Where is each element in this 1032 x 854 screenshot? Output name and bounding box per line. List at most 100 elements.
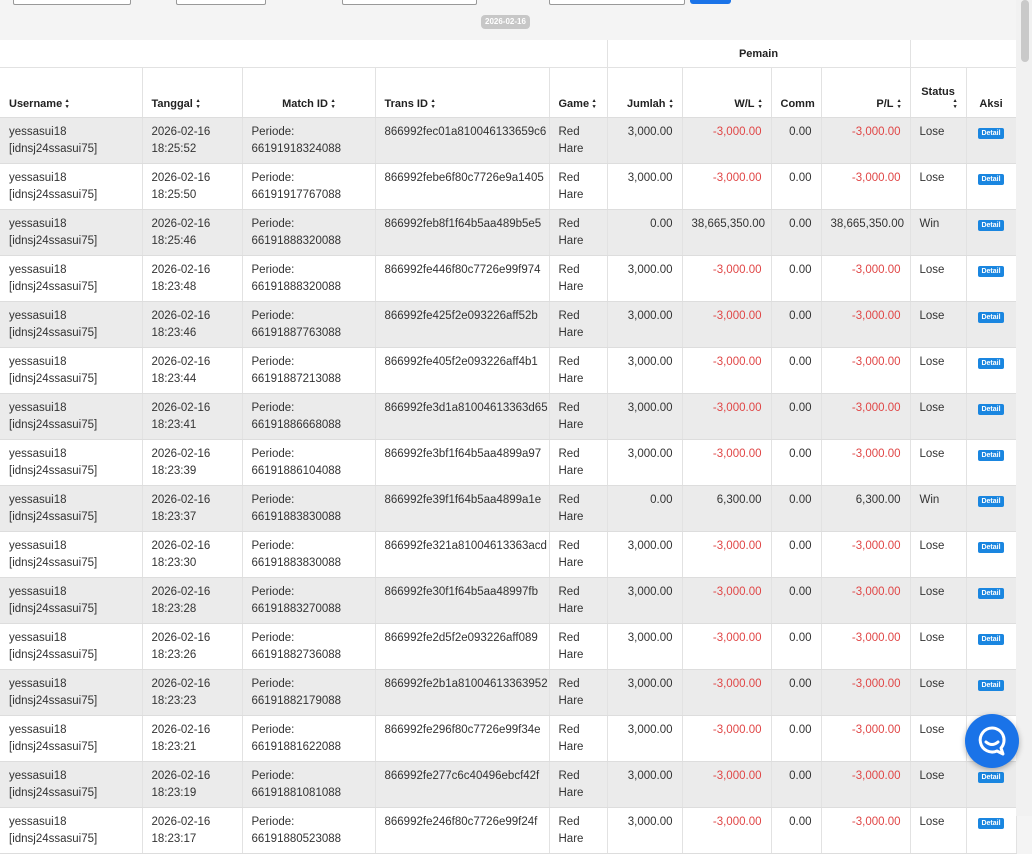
- col-header-wl[interactable]: W/L ▲▼: [682, 67, 772, 118]
- sort-icon[interactable]: ▲▼: [951, 98, 958, 110]
- sort-icon[interactable]: ▲▼: [667, 98, 674, 110]
- game-text-2: Hare: [558, 326, 584, 339]
- cell-pl: -3,000.00: [821, 715, 911, 762]
- pl-text: -3,000.00: [851, 816, 901, 828]
- detail-button[interactable]: Detail: [978, 634, 1004, 645]
- col-header-aksi: Aksi: [966, 67, 1017, 118]
- game-text-2: Hare: [558, 786, 584, 799]
- game-text: Red: [558, 724, 580, 736]
- cell-match-id: Periode: 66191883830088: [242, 531, 376, 578]
- cell-pl: 6,300.00: [821, 485, 911, 532]
- col-header-tanggal[interactable]: Tanggal ▲▼: [142, 67, 243, 118]
- game-text-2: Hare: [558, 188, 584, 201]
- sort-icon[interactable]: ▲▼: [195, 98, 202, 110]
- detail-button[interactable]: Detail: [978, 220, 1004, 231]
- amount-text: 3,000.00: [627, 678, 673, 690]
- col-header-status[interactable]: Status ▲▼: [910, 67, 967, 118]
- wl-text: -3,000.00: [712, 402, 762, 414]
- filter-input-2[interactable]: [176, 0, 266, 5]
- pl-text: -3,000.00: [851, 264, 901, 276]
- detail-button[interactable]: Detail: [978, 174, 1004, 185]
- detail-button[interactable]: Detail: [978, 358, 1004, 369]
- col-header-username[interactable]: Username ▲▼: [0, 67, 143, 118]
- scrollbar-thumb[interactable]: [1021, 0, 1029, 62]
- sort-icon[interactable]: ▲▼: [430, 98, 437, 110]
- wl-text: 6,300.00: [716, 494, 762, 506]
- scrollbar-track[interactable]: [1016, 0, 1032, 816]
- period-label: Periode:: [251, 816, 295, 828]
- col-header-label: Comm: [780, 98, 815, 110]
- cell-game: Red Hare: [549, 347, 608, 394]
- time-text: 18:23:26: [151, 648, 197, 661]
- cell-game: Red Hare: [549, 117, 608, 164]
- trans-id-text: 866992fe3bf1f64b5aa4899a97: [384, 448, 542, 460]
- sort-icon[interactable]: ▲▼: [64, 98, 71, 110]
- cell-game: Red Hare: [549, 485, 608, 532]
- cell-trans-id: 866992fe446f80c7726e99f974: [375, 255, 550, 302]
- detail-button[interactable]: Detail: [978, 450, 1004, 461]
- detail-button[interactable]: Detail: [978, 266, 1004, 277]
- username-text: yessasui18: [9, 494, 67, 506]
- wl-text: -3,000.00: [712, 126, 762, 138]
- time-text: 18:23:39: [151, 464, 197, 477]
- chat-button[interactable]: [965, 714, 1019, 768]
- cell-username: yessasui18 [idnsj24ssasui75]: [0, 485, 143, 532]
- game-text-2: Hare: [558, 648, 584, 661]
- cell-wl: -3,000.00: [682, 531, 772, 578]
- trans-id-text: 866992fe39f1f64b5aa4899a1e: [384, 494, 542, 506]
- filter-input-3[interactable]: [342, 0, 477, 5]
- cell-status: Lose: [910, 761, 967, 808]
- detail-button[interactable]: Detail: [978, 128, 1004, 139]
- detail-button[interactable]: Detail: [978, 588, 1004, 599]
- detail-button[interactable]: Detail: [978, 772, 1004, 783]
- sort-icon[interactable]: ▲▼: [895, 98, 902, 110]
- time-text: 18:23:30: [151, 556, 197, 569]
- detail-button[interactable]: Detail: [978, 496, 1004, 507]
- sort-icon[interactable]: ▲▼: [591, 98, 598, 110]
- col-header-match-id[interactable]: Match ID ▲▼: [242, 67, 376, 118]
- filter-input-1[interactable]: [13, 0, 131, 5]
- filter-submit-button[interactable]: [690, 0, 731, 4]
- detail-button[interactable]: Detail: [978, 680, 1004, 691]
- comm-text: 0.00: [789, 172, 812, 184]
- time-text: 18:23:48: [151, 280, 197, 293]
- cell-game: Red Hare: [549, 669, 608, 716]
- col-header-label: Aksi: [979, 98, 1003, 110]
- username-text: yessasui18: [9, 724, 67, 736]
- detail-button[interactable]: Detail: [978, 404, 1004, 415]
- table-row: yessasui18 [idnsj24ssasui75] 2026-02-16 18:…: [0, 669, 1017, 716]
- filter-input-4[interactable]: [549, 0, 685, 5]
- status-text: Lose: [919, 310, 945, 322]
- col-header-jumlah[interactable]: Jumlah ▲▼: [607, 67, 683, 118]
- col-header-trans-id[interactable]: Trans ID ▲▼: [375, 67, 550, 118]
- sort-icon[interactable]: ▲▼: [756, 98, 763, 110]
- cell-pl: -3,000.00: [821, 301, 911, 348]
- status-text: Lose: [919, 632, 945, 644]
- comm-text: 0.00: [789, 632, 812, 644]
- cell-status: Lose: [910, 301, 967, 348]
- cell-tanggal: 2026-02-16 18:23:30: [142, 531, 243, 578]
- wl-text: -3,000.00: [712, 632, 762, 644]
- status-text: Lose: [919, 678, 945, 690]
- detail-button[interactable]: Detail: [978, 312, 1004, 323]
- col-header-pl[interactable]: P/L ▲▼: [821, 67, 911, 118]
- col-header-game[interactable]: Game ▲▼: [549, 67, 608, 118]
- detail-button[interactable]: Detail: [978, 542, 1004, 553]
- wl-text: -3,000.00: [712, 770, 762, 782]
- wl-text: -3,000.00: [712, 540, 762, 552]
- time-text: 18:23:41: [151, 418, 197, 431]
- trans-id-text: 866992fe405f2e093226aff4b1: [384, 356, 538, 368]
- cell-aksi: Detail: [966, 347, 1017, 394]
- cell-match-id: Periode: 66191887213088: [242, 347, 376, 394]
- cell-aksi: Detail: [966, 301, 1017, 348]
- wl-text: -3,000.00: [712, 310, 762, 322]
- game-text-2: Hare: [558, 694, 584, 707]
- period-label: Periode:: [251, 540, 295, 552]
- sort-icon[interactable]: ▲▼: [330, 98, 337, 110]
- cell-trans-id: 866992fe30f1f64b5aa48997fb: [375, 577, 550, 624]
- cell-status: Lose: [910, 393, 967, 440]
- cell-wl: -3,000.00: [682, 439, 772, 486]
- detail-button[interactable]: Detail: [978, 818, 1004, 829]
- period-label: Periode:: [251, 402, 295, 414]
- game-text: Red: [558, 264, 580, 276]
